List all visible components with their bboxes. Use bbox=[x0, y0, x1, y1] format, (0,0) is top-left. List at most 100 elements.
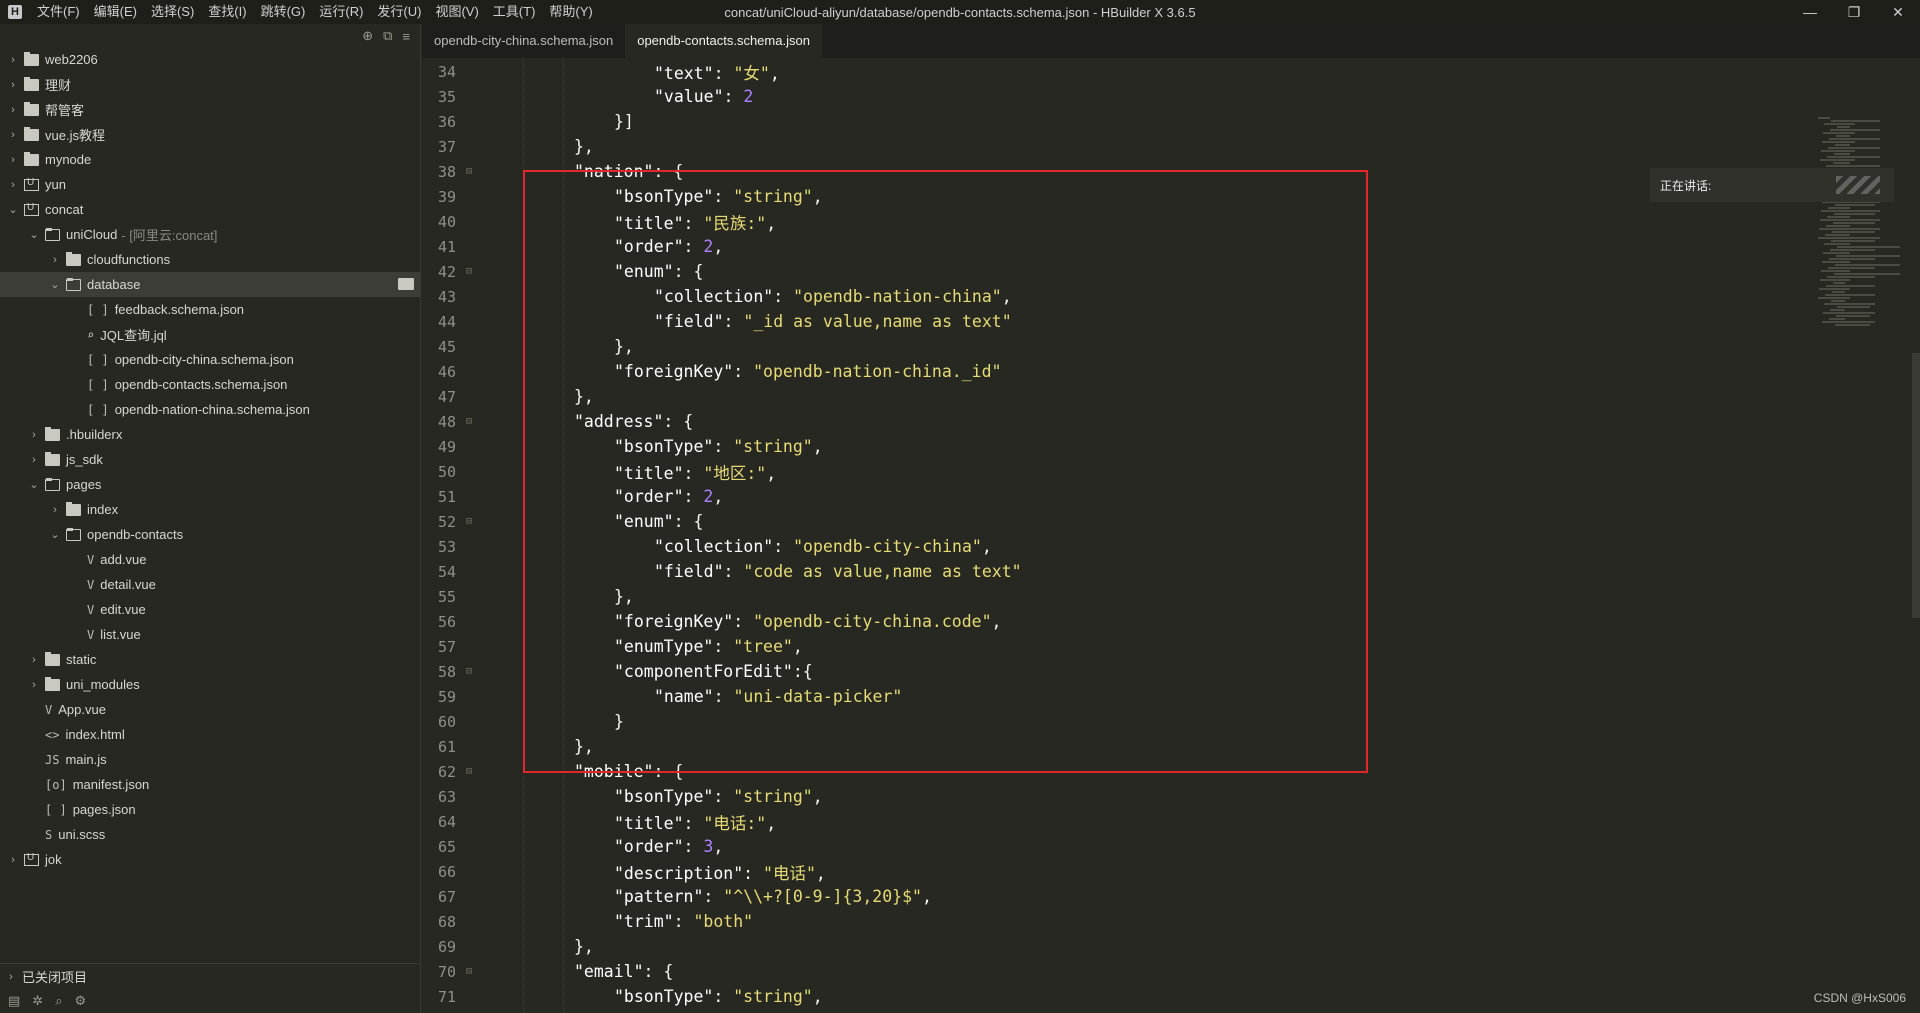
tree-item-label: opendb-city-china.schema.json bbox=[114, 352, 294, 367]
project-manager-icon[interactable]: ▤ bbox=[8, 993, 20, 1009]
tree-item[interactable]: › 理财 bbox=[0, 72, 420, 97]
tab-inactive[interactable]: opendb-city-china.schema.json bbox=[422, 24, 625, 58]
plugin-icon[interactable]: ⚙ bbox=[74, 993, 86, 1009]
file-icon: V bbox=[45, 702, 53, 717]
minimap-line bbox=[1822, 261, 1850, 263]
tree-item[interactable]: › cloudfunctions bbox=[0, 247, 420, 272]
collapse-all-icon[interactable]: ⧉ bbox=[383, 28, 392, 44]
menu-item[interactable]: 运行(R) bbox=[312, 0, 370, 24]
locate-icon[interactable]: ⊕ bbox=[362, 28, 373, 44]
minimap-line bbox=[1825, 294, 1875, 296]
tree-item[interactable]: ⌄ database bbox=[0, 272, 420, 297]
menu-item[interactable]: 跳转(G) bbox=[254, 0, 313, 24]
chevron-right-icon[interactable]: › bbox=[6, 54, 20, 66]
restore-button[interactable]: ❐ bbox=[1832, 0, 1876, 24]
menu-item[interactable]: 编辑(E) bbox=[87, 0, 144, 24]
code-line: 35 "value": 2 bbox=[422, 84, 1762, 109]
chevron-down-icon[interactable]: ⌄ bbox=[27, 228, 41, 241]
tree-item[interactable]: › vue.js教程 bbox=[0, 122, 420, 147]
search-icon[interactable]: ⌕ bbox=[55, 993, 62, 1009]
menu-item[interactable]: 发行(U) bbox=[370, 0, 428, 24]
tree-item[interactable]: [ ] pages.json bbox=[0, 797, 420, 822]
fold-toggle-icon[interactable]: ⊟ bbox=[456, 516, 482, 527]
minimap-line bbox=[1822, 141, 1855, 143]
menu-item[interactable]: 帮助(Y) bbox=[542, 0, 599, 24]
tree-item[interactable]: ⌄ concat bbox=[0, 197, 420, 222]
tree-item[interactable]: › yun bbox=[0, 172, 420, 197]
tree-item[interactable]: ⌕ JQL查询.jql bbox=[0, 322, 420, 347]
tree-item-label: concat bbox=[45, 202, 84, 217]
chevron-right-icon[interactable]: › bbox=[27, 454, 41, 466]
tree-item[interactable]: [o] manifest.json bbox=[0, 772, 420, 797]
vertical-scrollbar[interactable] bbox=[1912, 353, 1920, 618]
menu-item[interactable]: 选择(S) bbox=[144, 0, 201, 24]
chevron-right-icon[interactable]: › bbox=[27, 654, 41, 666]
chevron-right-icon[interactable]: › bbox=[6, 104, 20, 116]
code-line: 65 "order": 3, bbox=[422, 834, 1762, 859]
menu-item[interactable]: 查找(I) bbox=[201, 0, 253, 24]
chevron-right-icon[interactable]: › bbox=[6, 154, 20, 166]
chevron-down-icon[interactable]: ⌄ bbox=[27, 478, 41, 491]
tree-item[interactable]: [ ] opendb-city-china.schema.json bbox=[0, 347, 420, 372]
code-line: 34 "text": "女", bbox=[422, 59, 1762, 84]
tree-item[interactable]: › uni_modules bbox=[0, 672, 420, 697]
explorer-menu-icon[interactable]: ≡ bbox=[402, 29, 410, 44]
fold-toggle-icon[interactable]: ⊟ bbox=[456, 666, 482, 677]
open-folder-icon[interactable] bbox=[398, 278, 414, 290]
tree-item[interactable]: › mynode bbox=[0, 147, 420, 172]
fold-toggle-icon[interactable]: ⊟ bbox=[456, 166, 482, 177]
fold-toggle-icon[interactable]: ⊟ bbox=[456, 966, 482, 977]
tree-item[interactable]: ⌄ uniCloud - [阿里云:concat] bbox=[0, 222, 420, 247]
chevron-right-icon[interactable]: › bbox=[48, 254, 62, 266]
chevron-down-icon[interactable]: ⌄ bbox=[6, 203, 20, 216]
tree-item[interactable]: Vlist.vue bbox=[0, 622, 420, 647]
chevron-down-icon[interactable]: ⌄ bbox=[48, 278, 62, 291]
close-button[interactable]: ✕ bbox=[1876, 0, 1920, 24]
tree-item[interactable]: Vedit.vue bbox=[0, 597, 420, 622]
minimize-button[interactable]: — bbox=[1788, 0, 1832, 24]
file-icon: <> bbox=[45, 727, 60, 742]
chevron-right-icon[interactable]: › bbox=[6, 854, 20, 866]
menu-item[interactable]: 工具(T) bbox=[486, 0, 543, 24]
fold-toggle-icon[interactable]: ⊟ bbox=[456, 266, 482, 277]
tree-item[interactable]: V App.vue bbox=[0, 697, 420, 722]
tree-item[interactable]: [ ] opendb-contacts.schema.json bbox=[0, 372, 420, 397]
closed-projects-item[interactable]: › 已关闭项目 bbox=[0, 964, 420, 989]
window-controls: — ❐ ✕ bbox=[1788, 0, 1920, 24]
fold-toggle-icon[interactable]: ⊟ bbox=[456, 416, 482, 427]
chevron-down-icon[interactable]: ⌄ bbox=[48, 528, 62, 541]
speaking-label: 正在讲话: bbox=[1660, 178, 1712, 193]
tree-item[interactable]: › static bbox=[0, 647, 420, 672]
tree-item[interactable]: Suni.scss bbox=[0, 822, 420, 847]
tree-item[interactable]: › .hbuilderx bbox=[0, 422, 420, 447]
tree-item[interactable]: ⌄ opendb-contacts bbox=[0, 522, 420, 547]
minimap-line bbox=[1837, 126, 1850, 128]
debug-icon[interactable]: ✲ bbox=[32, 993, 43, 1009]
tree-item[interactable]: › 帮管客 bbox=[0, 97, 420, 122]
tree-item[interactable]: › index bbox=[0, 497, 420, 522]
tree-item[interactable]: › web2206 bbox=[0, 47, 420, 72]
chevron-right-icon[interactable]: › bbox=[48, 504, 62, 516]
chevron-right-icon[interactable]: › bbox=[6, 79, 20, 91]
tree-item[interactable]: JS main.js bbox=[0, 747, 420, 772]
tree-item[interactable]: › js_sdk bbox=[0, 447, 420, 472]
fold-toggle-icon[interactable]: ⊟ bbox=[456, 766, 482, 777]
chevron-right-icon[interactable]: › bbox=[6, 129, 20, 141]
tree-item[interactable]: › jok bbox=[0, 847, 420, 872]
tree-item[interactable]: ⌄ pages bbox=[0, 472, 420, 497]
tree-item[interactable]: Vadd.vue bbox=[0, 547, 420, 572]
chevron-right-icon[interactable]: › bbox=[27, 679, 41, 691]
tab-active[interactable]: opendb-contacts.schema.json bbox=[625, 24, 822, 58]
tree-item[interactable]: [ ] feedback.schema.json bbox=[0, 297, 420, 322]
code-token: : { bbox=[643, 962, 674, 981]
menu-item[interactable]: 文件(F) bbox=[30, 0, 87, 24]
code-line: 71 "bsonType": "string", bbox=[422, 984, 1762, 1009]
folder-icon bbox=[24, 126, 39, 141]
minimap[interactable] bbox=[1810, 116, 1920, 416]
tree-item[interactable]: Vdetail.vue bbox=[0, 572, 420, 597]
tree-item[interactable]: <> index.html bbox=[0, 722, 420, 747]
chevron-right-icon[interactable]: › bbox=[27, 429, 41, 441]
menu-item[interactable]: 视图(V) bbox=[428, 0, 485, 24]
tree-item[interactable]: [ ] opendb-nation-china.schema.json bbox=[0, 397, 420, 422]
chevron-right-icon[interactable]: › bbox=[6, 179, 20, 191]
